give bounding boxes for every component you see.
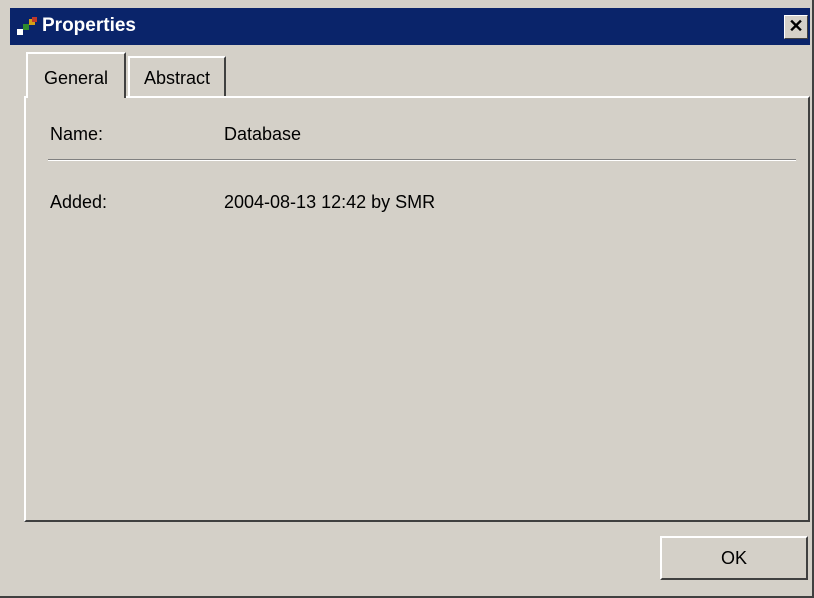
close-button[interactable]: ✕	[784, 15, 808, 39]
window-title: Properties	[42, 15, 136, 36]
separator	[48, 159, 796, 161]
properties-dots-icon	[17, 17, 37, 35]
added-value: 2004-08-13 12:42 by SMR	[224, 192, 436, 212]
ok-button[interactable]: OK	[660, 536, 808, 580]
close-icon: ✕	[788, 16, 804, 36]
added-label: Added:	[50, 192, 108, 212]
tab-abstract[interactable]: Abstract	[128, 56, 226, 96]
properties-dialog: Properties ✕ General Abstract Name: Data…	[0, 0, 814, 598]
name-label: Name:	[50, 124, 104, 144]
title-bar[interactable]: Properties ✕	[10, 8, 810, 45]
name-value: Database	[224, 124, 302, 144]
general-tab-panel: Name: Database Added: 2004-08-13 12:42 b…	[24, 96, 810, 522]
tab-general[interactable]: General	[26, 52, 126, 98]
